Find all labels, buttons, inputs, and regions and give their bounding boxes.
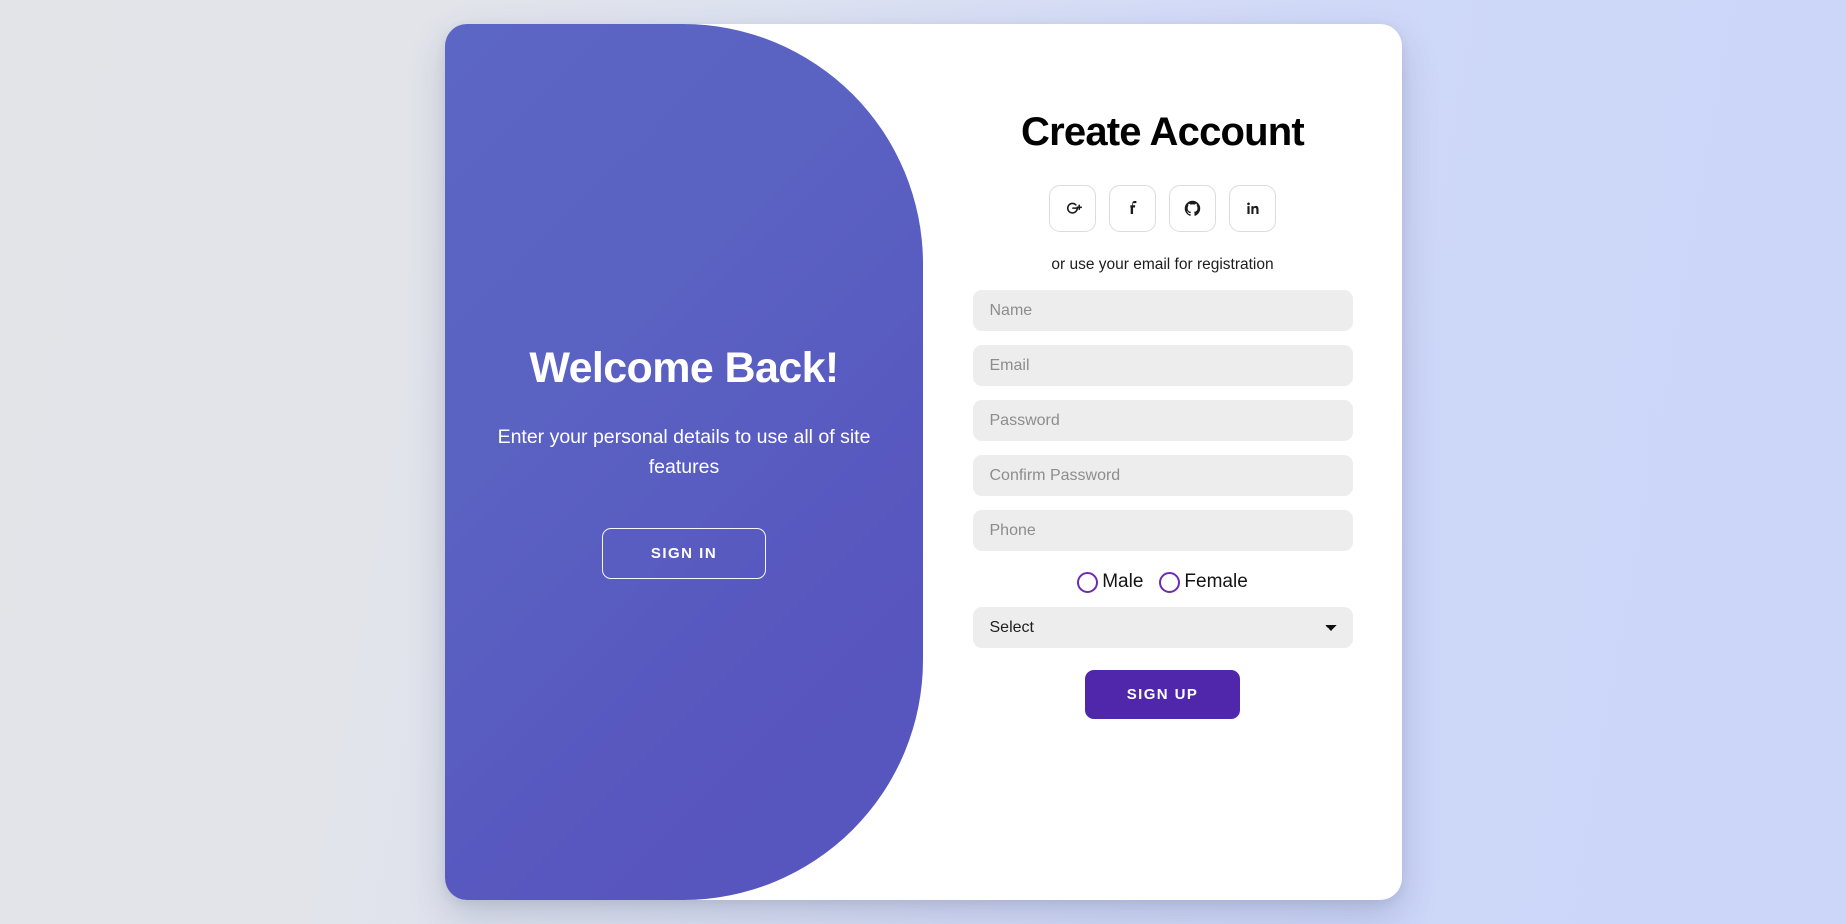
auth-card: Welcome Back! Enter your personal detail… (445, 24, 1402, 900)
sign-in-button[interactable]: SIGN IN (601, 528, 767, 580)
sign-up-button[interactable]: SIGN UP (1084, 670, 1241, 719)
phone-input[interactable] (972, 510, 1353, 551)
linkedin-button[interactable] (1229, 185, 1276, 232)
google-plus-icon (1063, 199, 1082, 218)
name-input[interactable] (972, 290, 1353, 331)
social-login-row (1049, 185, 1276, 232)
welcome-title: Welcome Back! (529, 343, 839, 392)
github-icon (1183, 199, 1202, 218)
radio-icon-male[interactable] (1077, 571, 1099, 593)
gender-option-male[interactable]: Male (1077, 571, 1143, 593)
signup-panel: Create Account or use your email for reg… (923, 24, 1402, 900)
gender-option-female[interactable]: Female (1159, 571, 1248, 593)
gender-radio-group: Male Female (973, 571, 1353, 593)
facebook-icon (1123, 199, 1142, 218)
select-dropdown[interactable]: Select (972, 607, 1353, 648)
page-title: Create Account (1021, 110, 1305, 154)
github-button[interactable] (1169, 185, 1216, 232)
confirm-password-input[interactable] (972, 455, 1353, 496)
welcome-panel: Welcome Back! Enter your personal detail… (445, 24, 923, 900)
gender-label-male: Male (1102, 571, 1144, 592)
social-login-hint: or use your email for registration (1051, 256, 1274, 273)
facebook-button[interactable] (1109, 185, 1156, 232)
email-input[interactable] (972, 345, 1353, 386)
google-plus-button[interactable] (1049, 185, 1096, 232)
signup-form: Male Female Select SIGN UP (972, 290, 1353, 719)
password-input[interactable] (972, 400, 1353, 441)
radio-icon-female[interactable] (1159, 571, 1181, 593)
welcome-subtitle: Enter your personal details to use all o… (497, 425, 871, 479)
gender-label-female: Female (1184, 571, 1248, 592)
linkedin-icon (1243, 199, 1262, 218)
